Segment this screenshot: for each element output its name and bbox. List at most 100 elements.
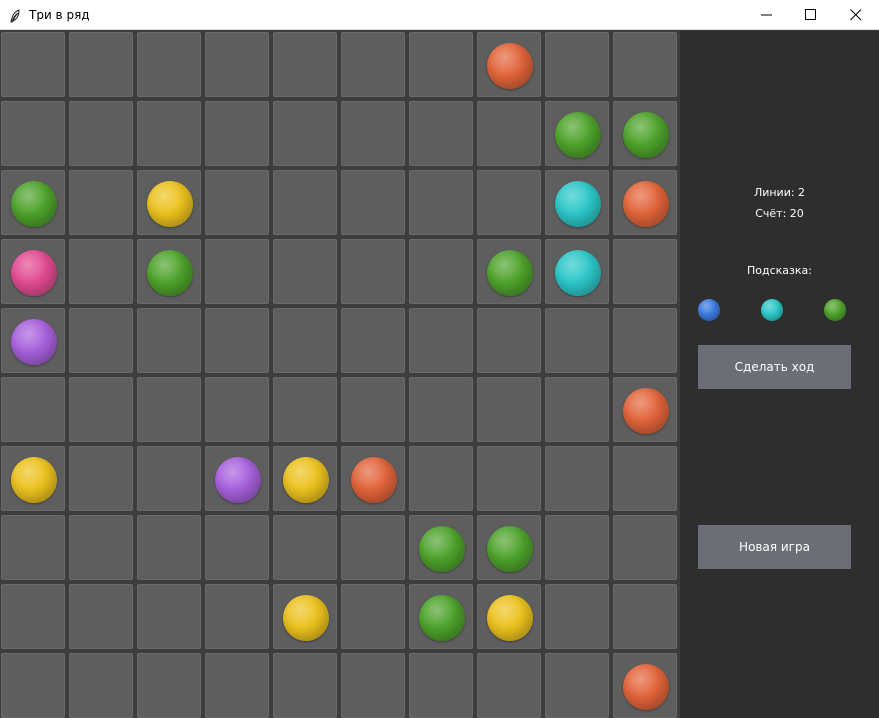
board-cell[interactable]	[69, 32, 133, 97]
board-cell[interactable]	[341, 446, 405, 511]
board-cell[interactable]	[1, 653, 65, 718]
board-cell[interactable]	[1, 515, 65, 580]
board-cell[interactable]	[1, 377, 65, 442]
board-cell[interactable]	[137, 308, 201, 373]
ball-pink[interactable]	[11, 250, 57, 296]
board-cell[interactable]	[1, 32, 65, 97]
board-cell[interactable]	[273, 101, 337, 166]
ball-yellow[interactable]	[283, 595, 329, 641]
board-cell[interactable]	[341, 32, 405, 97]
board-cell[interactable]	[613, 308, 677, 373]
board-cell[interactable]	[69, 584, 133, 649]
board-cell[interactable]	[409, 653, 473, 718]
board-cell[interactable]	[137, 377, 201, 442]
board-cell[interactable]	[613, 515, 677, 580]
board-cell[interactable]	[205, 239, 269, 304]
board-cell[interactable]	[137, 101, 201, 166]
board-cell[interactable]	[205, 308, 269, 373]
ball-green[interactable]	[487, 526, 533, 572]
board-cell[interactable]	[205, 515, 269, 580]
board-cell[interactable]	[341, 308, 405, 373]
board-cell[interactable]	[477, 584, 541, 649]
make-move-button[interactable]: Сделать ход	[698, 345, 851, 389]
board-cell[interactable]	[205, 653, 269, 718]
board-cell[interactable]	[545, 308, 609, 373]
board-cell[interactable]	[477, 170, 541, 235]
board-cell[interactable]	[409, 515, 473, 580]
ball-green[interactable]	[147, 250, 193, 296]
board-cell[interactable]	[137, 584, 201, 649]
board-cell[interactable]	[477, 515, 541, 580]
board-cell[interactable]	[137, 239, 201, 304]
board-cell[interactable]	[477, 446, 541, 511]
ball-orange[interactable]	[623, 181, 669, 227]
ball-yellow[interactable]	[11, 457, 57, 503]
ball-orange[interactable]	[623, 388, 669, 434]
board-cell[interactable]	[69, 101, 133, 166]
board-cell[interactable]	[69, 446, 133, 511]
ball-yellow[interactable]	[147, 181, 193, 227]
ball-cyan[interactable]	[555, 181, 601, 227]
board-cell[interactable]	[69, 515, 133, 580]
board-cell[interactable]	[1, 446, 65, 511]
board-cell[interactable]	[273, 32, 337, 97]
board-cell[interactable]	[205, 170, 269, 235]
board-cell[interactable]	[613, 584, 677, 649]
ball-green[interactable]	[11, 181, 57, 227]
board-cell[interactable]	[273, 515, 337, 580]
new-game-button[interactable]: Новая игра	[698, 525, 851, 569]
board-cell[interactable]	[69, 239, 133, 304]
board-cell[interactable]	[137, 170, 201, 235]
board-cell[interactable]	[545, 515, 609, 580]
board-cell[interactable]	[273, 239, 337, 304]
board-cell[interactable]	[613, 101, 677, 166]
board-cell[interactable]	[1, 101, 65, 166]
board-cell[interactable]	[1, 239, 65, 304]
board-cell[interactable]	[409, 446, 473, 511]
board-cell[interactable]	[137, 653, 201, 718]
board-cell[interactable]	[137, 32, 201, 97]
board-cell[interactable]	[613, 239, 677, 304]
board-cell[interactable]	[205, 377, 269, 442]
ball-purple[interactable]	[215, 457, 261, 503]
board-cell[interactable]	[273, 308, 337, 373]
board-cell[interactable]	[477, 377, 541, 442]
board-cell[interactable]	[69, 377, 133, 442]
ball-yellow[interactable]	[487, 595, 533, 641]
board-cell[interactable]	[341, 101, 405, 166]
ball-green[interactable]	[487, 250, 533, 296]
board-cell[interactable]	[409, 239, 473, 304]
board-cell[interactable]	[273, 653, 337, 718]
board-cell[interactable]	[613, 446, 677, 511]
ball-cyan[interactable]	[555, 250, 601, 296]
board-cell[interactable]	[205, 584, 269, 649]
board-cell[interactable]	[205, 32, 269, 97]
board-cell[interactable]	[69, 170, 133, 235]
ball-orange[interactable]	[623, 664, 669, 710]
board-cell[interactable]	[409, 584, 473, 649]
board-cell[interactable]	[409, 170, 473, 235]
board-cell[interactable]	[477, 32, 541, 97]
minimize-button[interactable]	[744, 0, 790, 30]
board-cell[interactable]	[477, 239, 541, 304]
maximize-button[interactable]	[788, 0, 834, 30]
board-cell[interactable]	[1, 584, 65, 649]
board-cell[interactable]	[545, 446, 609, 511]
board-cell[interactable]	[409, 308, 473, 373]
board-cell[interactable]	[205, 101, 269, 166]
board-cell[interactable]	[1, 170, 65, 235]
board-cell[interactable]	[545, 32, 609, 97]
board-cell[interactable]	[205, 446, 269, 511]
board-cell[interactable]	[545, 377, 609, 442]
ball-yellow[interactable]	[283, 457, 329, 503]
board-cell[interactable]	[613, 170, 677, 235]
ball-green[interactable]	[419, 595, 465, 641]
board-cell[interactable]	[477, 101, 541, 166]
ball-orange[interactable]	[487, 43, 533, 89]
board-cell[interactable]	[545, 653, 609, 718]
board-cell[interactable]	[613, 377, 677, 442]
board-cell[interactable]	[341, 584, 405, 649]
board-cell[interactable]	[69, 308, 133, 373]
board-cell[interactable]	[545, 101, 609, 166]
board-cell[interactable]	[545, 239, 609, 304]
